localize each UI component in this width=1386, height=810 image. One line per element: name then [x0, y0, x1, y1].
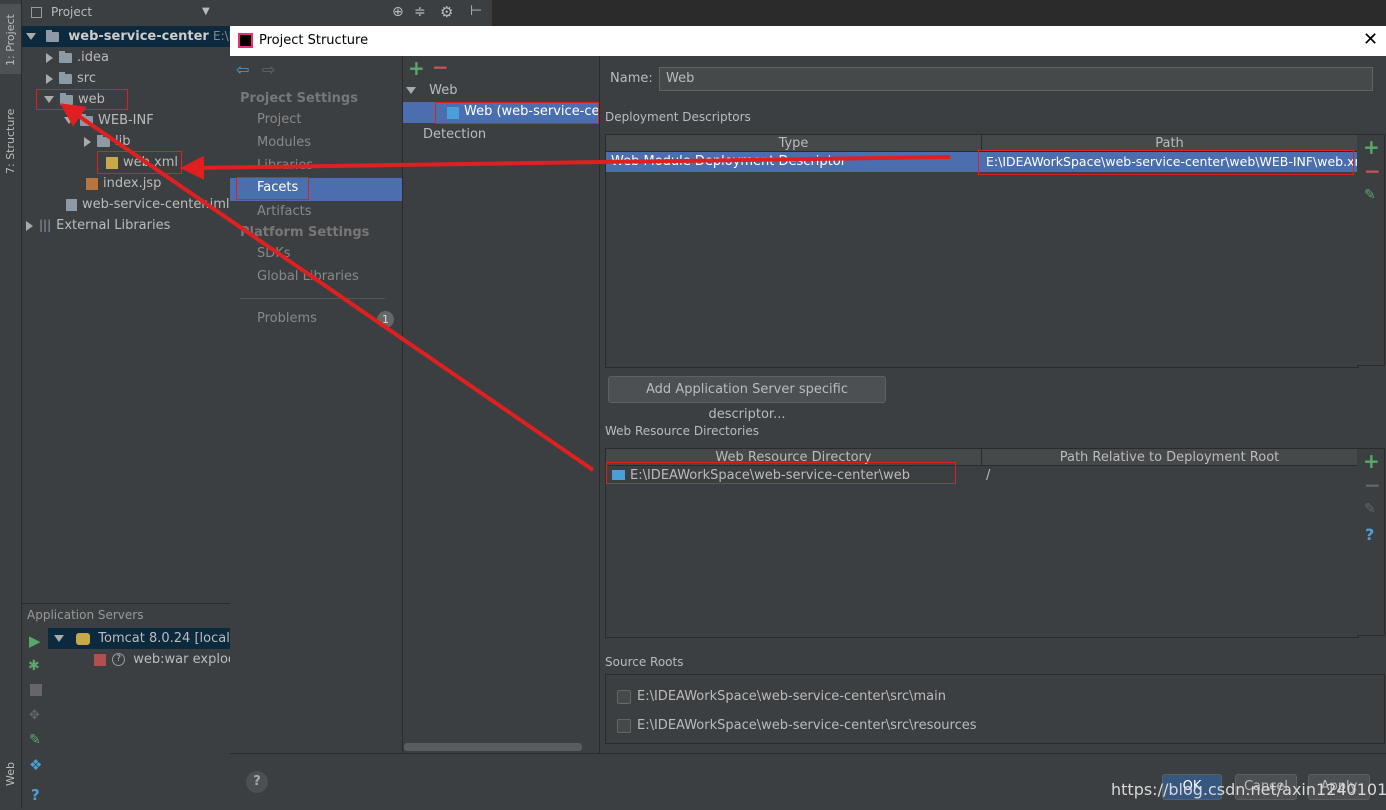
annotation-arrows [60, 103, 951, 472]
watermark: https://blog.csdn.net/axin1240101543 [1111, 780, 1386, 799]
arrow-path-to-web-xml [180, 155, 951, 180]
